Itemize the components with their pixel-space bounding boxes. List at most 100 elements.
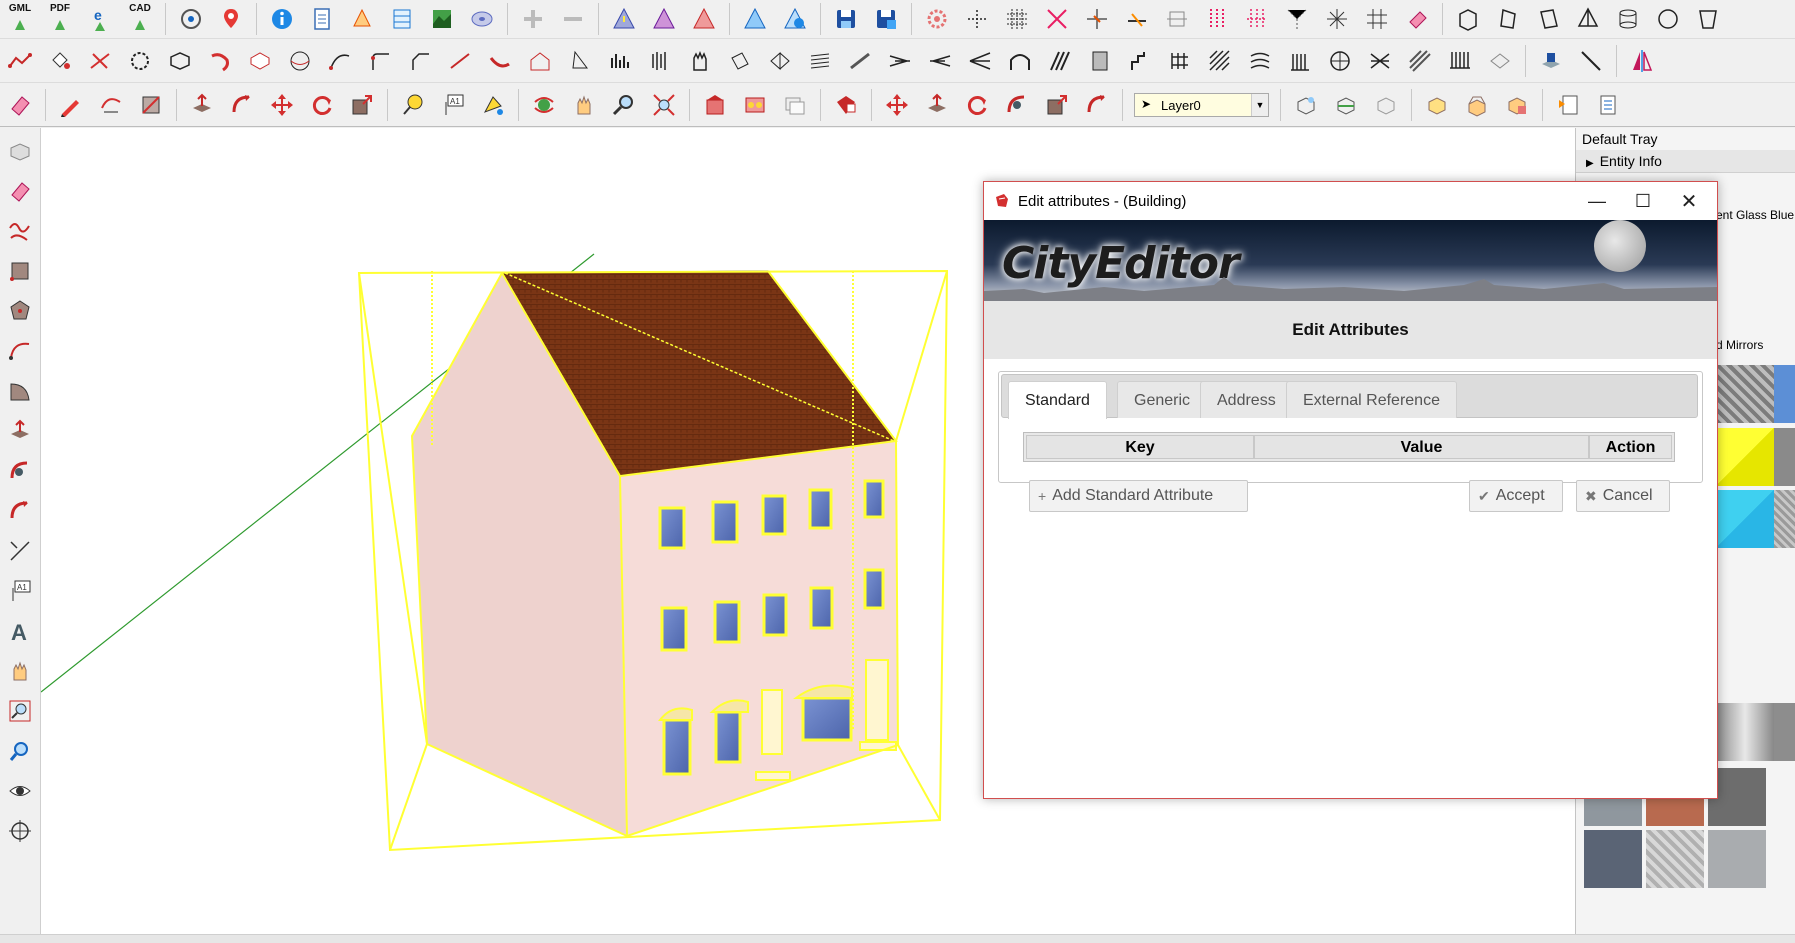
close-button[interactable]: ✕ xyxy=(1666,182,1712,220)
diag-button[interactable] xyxy=(1404,45,1436,77)
chamfer-button[interactable] xyxy=(404,45,436,77)
material-swatch[interactable] xyxy=(1716,365,1774,423)
bars-button[interactable] xyxy=(604,45,636,77)
eraser-button[interactable] xyxy=(4,89,36,121)
tab-external-reference[interactable]: External Reference xyxy=(1286,381,1457,418)
arrows-right-button[interactable] xyxy=(884,45,916,77)
component-box-button[interactable] xyxy=(1501,89,1533,121)
sphere-lines-button[interactable] xyxy=(1324,45,1356,77)
bend-button[interactable] xyxy=(204,45,236,77)
pdf-export-button[interactable]: PDF xyxy=(44,3,76,35)
follow-me-left-button[interactable] xyxy=(4,454,36,488)
tape-measure-button[interactable] xyxy=(397,89,429,121)
slope-button[interactable] xyxy=(844,45,876,77)
tab-generic[interactable]: Generic xyxy=(1117,381,1208,418)
select-button[interactable] xyxy=(4,134,36,168)
tab-standard[interactable]: Standard xyxy=(1008,381,1107,419)
gear-outline-button[interactable] xyxy=(124,45,156,77)
material-swatch[interactable] xyxy=(1716,703,1774,761)
house-outline-button[interactable] xyxy=(524,45,556,77)
twist-button[interactable] xyxy=(1364,45,1396,77)
make-group-button[interactable] xyxy=(1421,89,1453,121)
scale-2-button[interactable] xyxy=(1041,89,1073,121)
material-swatch[interactable] xyxy=(1646,830,1704,888)
eraser-pink-button[interactable] xyxy=(1401,3,1433,35)
material-swatch[interactable] xyxy=(1716,428,1774,486)
zoom-window-button[interactable] xyxy=(4,694,36,728)
solid-button[interactable] xyxy=(244,45,276,77)
radial-button[interactable] xyxy=(1281,3,1313,35)
push-pull-left-button[interactable] xyxy=(4,414,36,448)
cylinder-button[interactable] xyxy=(1612,3,1644,35)
shape-purple-button[interactable] xyxy=(648,3,680,35)
shape-blue-button[interactable] xyxy=(739,3,771,35)
accept-button[interactable]: ✔ Accept xyxy=(1469,480,1563,512)
scatter-button[interactable] xyxy=(961,3,993,35)
prism-button[interactable] xyxy=(1492,3,1524,35)
wave-button[interactable] xyxy=(1244,45,1276,77)
rotate-button[interactable] xyxy=(306,89,338,121)
add-standard-attribute-button[interactable]: + Add Standard Attribute xyxy=(1029,480,1248,512)
step-button[interactable] xyxy=(1124,45,1156,77)
material-swatch[interactable] xyxy=(1774,703,1795,761)
mirror-button[interactable] xyxy=(1041,3,1073,35)
shelf-button[interactable] xyxy=(1164,45,1196,77)
e-export-button[interactable]: e xyxy=(84,3,116,35)
extension-button[interactable] xyxy=(830,89,862,121)
pyramid-button[interactable] xyxy=(1572,3,1604,35)
intersect-button[interactable] xyxy=(84,45,116,77)
dialog-titlebar[interactable]: Edit attributes - (Building) — ☐ ✕ xyxy=(984,182,1717,220)
pan-left-button[interactable] xyxy=(4,654,36,688)
components-button[interactable] xyxy=(739,89,771,121)
zoom-button[interactable] xyxy=(608,89,640,121)
material-swatch[interactable] xyxy=(1774,490,1795,548)
save-as-button[interactable] xyxy=(870,3,902,35)
eraser-left-button[interactable] xyxy=(4,174,36,208)
section-plane-button[interactable] xyxy=(1290,89,1322,121)
rectangle-button[interactable] xyxy=(135,89,167,121)
mirror-tool-button[interactable] xyxy=(1626,45,1658,77)
wand-button[interactable] xyxy=(1575,45,1607,77)
rotate-2-button[interactable] xyxy=(961,89,993,121)
shape-red-button[interactable] xyxy=(688,3,720,35)
offset-left-button[interactable] xyxy=(4,494,36,528)
warning-button[interactable] xyxy=(608,3,640,35)
push-pull-2-button[interactable] xyxy=(921,89,953,121)
geo-target-button[interactable] xyxy=(175,3,207,35)
dimension-button[interactable] xyxy=(4,534,36,568)
cone-button[interactable] xyxy=(564,45,596,77)
hatch-dense-button[interactable] xyxy=(1204,45,1236,77)
maximize-button[interactable]: ☐ xyxy=(1620,182,1666,220)
material-swatch[interactable] xyxy=(1774,428,1795,486)
move-button[interactable] xyxy=(266,89,298,121)
geo-location-button[interactable] xyxy=(215,3,247,35)
section-fill-button[interactable] xyxy=(1370,89,1402,121)
follow-me-2-button[interactable] xyxy=(1001,89,1033,121)
remove-button[interactable] xyxy=(557,3,589,35)
text-left-button[interactable]: A1 xyxy=(4,574,36,608)
arc-left-button[interactable] xyxy=(4,334,36,368)
cancel-button[interactable]: ✖ Cancel xyxy=(1576,480,1670,512)
share-button[interactable] xyxy=(779,89,811,121)
material-swatch[interactable] xyxy=(1584,830,1642,888)
corner-button[interactable] xyxy=(364,45,396,77)
hierarchy-button[interactable] xyxy=(346,3,378,35)
offset-curve-button[interactable] xyxy=(484,45,516,77)
arc-tool-button[interactable] xyxy=(95,89,127,121)
pie-button[interactable] xyxy=(4,374,36,408)
line-split-button[interactable] xyxy=(444,45,476,77)
box-tool-button[interactable] xyxy=(164,45,196,77)
push-pull-button[interactable] xyxy=(186,89,218,121)
3d-text-button[interactable]: A xyxy=(4,614,36,648)
text-button[interactable]: A1 xyxy=(437,89,469,121)
rectangle-left-button[interactable] xyxy=(4,254,36,288)
open-box-button[interactable] xyxy=(1461,89,1493,121)
add-button[interactable] xyxy=(517,3,549,35)
arrows-left-button[interactable] xyxy=(924,45,956,77)
disk-button[interactable] xyxy=(466,3,498,35)
paint-button[interactable] xyxy=(477,89,509,121)
offset-button[interactable] xyxy=(1081,89,1113,121)
freehand-button[interactable] xyxy=(4,214,36,248)
move-2-button[interactable] xyxy=(881,89,913,121)
hatch-button[interactable] xyxy=(1044,45,1076,77)
